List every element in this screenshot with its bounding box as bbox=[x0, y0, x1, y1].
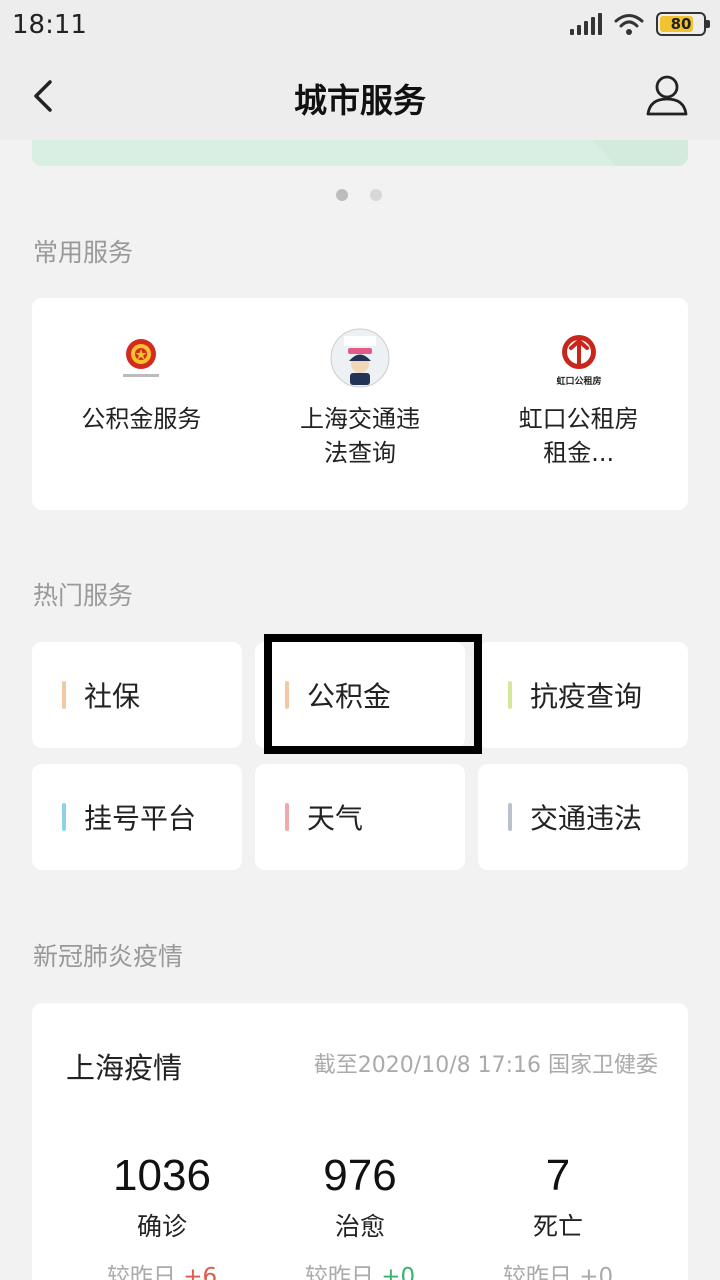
carousel-dot-2 bbox=[370, 189, 382, 201]
covid-data-source: 截至2020/10/8 17:16 国家卫健委 bbox=[313, 1053, 658, 1078]
hot-service-weather[interactable]: 天气 bbox=[255, 764, 465, 870]
delta-prefix: 较昨日 bbox=[304, 1264, 374, 1280]
stat-recovered: 976 治愈 较昨日 +0 bbox=[260, 1151, 460, 1280]
traffic-police-icon bbox=[330, 328, 390, 388]
hot-service-registration[interactable]: 挂号平台 bbox=[32, 764, 242, 870]
status-time: 18:11 bbox=[12, 10, 87, 40]
hot-service-label: 天气 bbox=[307, 802, 364, 835]
battery-level: 80 bbox=[670, 15, 692, 33]
stat-deaths: 7 死亡 较昨日 +0 bbox=[458, 1151, 658, 1280]
hot-service-epidemic-query[interactable]: 抗疫查询 bbox=[478, 642, 688, 748]
hot-service-label: 挂号平台 bbox=[84, 802, 197, 835]
delta-value: +6 bbox=[183, 1264, 218, 1280]
stat-label: 治愈 bbox=[334, 1212, 385, 1241]
hot-service-accent bbox=[62, 803, 66, 831]
highlight-box bbox=[264, 634, 482, 754]
stat-label: 死亡 bbox=[532, 1212, 583, 1241]
common-services-card: 公积金服务 上海交通违法查询 虹口公租房 虹口公租房租金... bbox=[32, 298, 688, 510]
signal-icon bbox=[570, 13, 602, 35]
hot-service-accent bbox=[508, 681, 512, 709]
common-service-label: 公积金服务 bbox=[81, 405, 202, 433]
delta-prefix: 较昨日 bbox=[106, 1264, 176, 1280]
common-service-item[interactable]: 公积金服务 bbox=[32, 298, 251, 510]
common-service-label: 虹口公租房租金... bbox=[518, 405, 639, 467]
hot-service-label: 抗疫查询 bbox=[530, 680, 643, 713]
hot-services-title: 热门服务 bbox=[33, 581, 134, 610]
stat-delta: 较昨日 +6 bbox=[62, 1257, 262, 1280]
hot-service-accent bbox=[508, 803, 512, 831]
battery-icon: 80 bbox=[656, 12, 710, 36]
hot-service-social-security[interactable]: 社保 bbox=[32, 642, 242, 748]
hot-service-traffic-violation[interactable]: 交通违法 bbox=[478, 764, 688, 870]
common-service-label: 上海交通违法查询 bbox=[300, 405, 420, 467]
common-service-item[interactable]: 上海交通违法查询 bbox=[251, 298, 470, 510]
wifi-icon bbox=[614, 14, 644, 35]
stat-value: 1036 bbox=[113, 1151, 211, 1200]
stat-confirmed: 1036 确诊 较昨日 +6 bbox=[62, 1151, 262, 1280]
hot-service-label: 社保 bbox=[84, 680, 141, 713]
carousel-indicator bbox=[336, 189, 382, 201]
national-emblem-icon bbox=[111, 328, 171, 388]
nav-bar: 城市服务 bbox=[0, 52, 720, 140]
delta-prefix: 较昨日 bbox=[502, 1264, 572, 1280]
covid-section-title: 新冠肺炎疫情 bbox=[33, 942, 184, 971]
stat-value: 976 bbox=[323, 1151, 397, 1200]
hot-service-label: 交通违法 bbox=[530, 802, 643, 835]
status-bar: 18:11 80 bbox=[0, 0, 720, 52]
common-service-item[interactable]: 虹口公租房 虹口公租房租金... bbox=[469, 298, 688, 510]
banner-carousel[interactable] bbox=[32, 140, 688, 166]
common-services-title: 常用服务 bbox=[33, 238, 134, 267]
covid-card[interactable]: 上海疫情 截至2020/10/8 17:16 国家卫健委 1036 确诊 较昨日… bbox=[32, 1003, 688, 1280]
hot-service-accent bbox=[62, 681, 66, 709]
stat-label: 确诊 bbox=[136, 1212, 187, 1241]
stat-delta: 较昨日 +0 bbox=[260, 1257, 460, 1280]
covid-card-title: 上海疫情 bbox=[66, 1051, 183, 1085]
stat-delta: 较昨日 +0 bbox=[458, 1257, 658, 1280]
delta-value: +0 bbox=[381, 1264, 416, 1280]
user-profile-icon[interactable] bbox=[644, 72, 690, 118]
status-icons: 80 bbox=[570, 12, 710, 36]
hot-service-accent bbox=[285, 803, 289, 831]
delta-value: +0 bbox=[579, 1264, 614, 1280]
stat-value: 7 bbox=[545, 1151, 571, 1200]
page-title: 城市服务 bbox=[294, 81, 426, 120]
hongkou-housing-icon: 虹口公租房 bbox=[549, 328, 609, 388]
carousel-dot-1 bbox=[336, 189, 348, 201]
hongkou-housing-icon-text: 虹口公租房 bbox=[556, 375, 601, 387]
